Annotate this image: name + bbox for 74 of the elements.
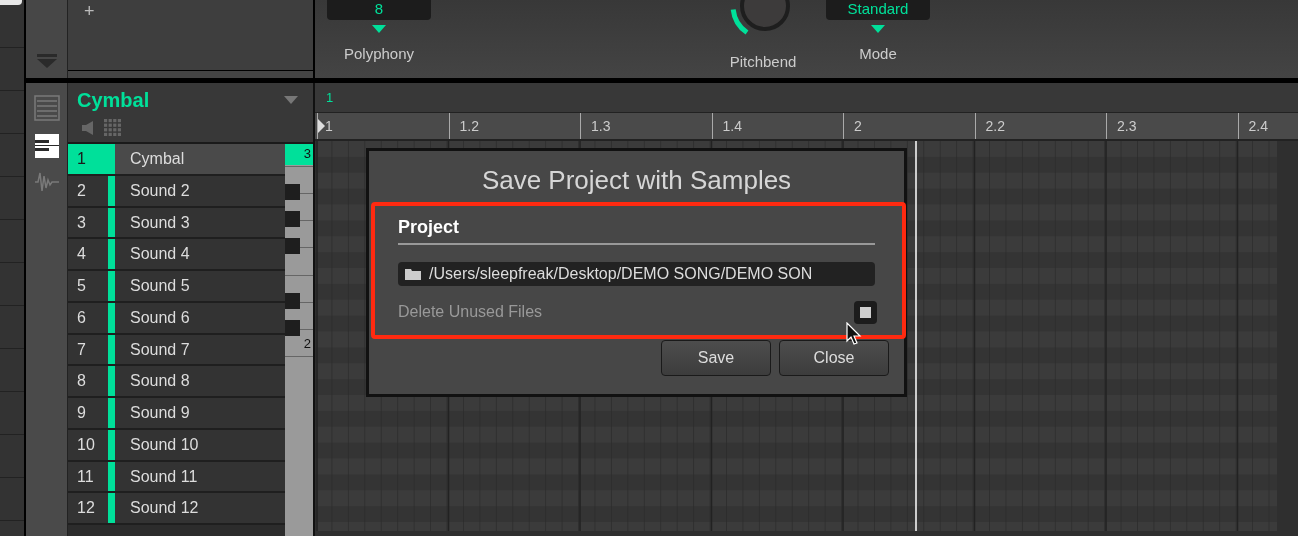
keyboard-view-icon[interactable] <box>33 133 60 159</box>
dialog-button[interactable]: Save <box>661 340 771 376</box>
sound-name: Sound 7 <box>129 339 190 360</box>
sound-row[interactable]: 12 Sound 12 <box>68 493 286 525</box>
mode-label: Mode <box>859 44 897 64</box>
sharp-key[interactable] <box>285 184 301 200</box>
ruler-label: 1 <box>325 116 333 136</box>
sound-row[interactable]: 2 Sound 2 <box>68 175 286 208</box>
polyphony-field[interactable]: 8 <box>327 0 431 20</box>
group-name[interactable]: Cymbal <box>77 85 150 115</box>
sound-row[interactable]: 5 Sound 5 <box>68 271 286 303</box>
sound-name: Sound 9 <box>129 403 190 423</box>
sound-name: Sound 2 <box>129 180 190 201</box>
section-heading: Project <box>398 214 875 245</box>
sound-number: 5 <box>76 276 87 296</box>
ruler-label: 1.4 <box>721 116 742 136</box>
sound-number: 7 <box>76 339 87 360</box>
dropdown-arrow-icon <box>871 25 885 33</box>
sharp-key[interactable] <box>285 238 301 255</box>
add-button[interactable]: + <box>84 4 95 18</box>
sound-number: 3 <box>76 212 87 233</box>
sound-number: 8 <box>76 371 87 392</box>
sound-row[interactable]: 11 Sound 11 <box>68 461 286 494</box>
sound-name: Sound 10 <box>129 434 199 455</box>
sound-name: Sound 12 <box>129 498 199 519</box>
sound-name: Sound 8 <box>129 371 190 392</box>
ruler-label: 2 <box>853 116 862 136</box>
ruler-label: 1.2 <box>458 116 479 136</box>
ruler-label: 2.3 <box>1116 116 1137 136</box>
sound-name: Sound 5 <box>129 276 190 296</box>
pitchbend-label: Pitchbend <box>729 52 797 72</box>
sound-name: Cymbal <box>129 149 185 169</box>
mode-field[interactable]: Standard <box>826 0 930 20</box>
sound-row[interactable]: 10 Sound 10 <box>68 429 286 462</box>
sound-row[interactable]: 1 Cymbal <box>68 144 286 176</box>
path-text: /Users/sleepfreak/Desktop/DEMO SONG/DEMO SON <box>429 264 813 284</box>
ruler-label: 2.4 <box>1247 116 1268 136</box>
sound-name: Sound 3 <box>129 212 190 233</box>
octave-label: 2 <box>302 334 312 353</box>
sharp-key[interactable] <box>285 319 301 336</box>
dropdown-arrow-icon <box>372 25 386 33</box>
sound-number: 4 <box>76 244 87 265</box>
sound-number: 6 <box>76 307 87 328</box>
dialog-button[interactable]: Close <box>779 340 889 376</box>
dialog-title: Save Project with Samples <box>480 164 793 197</box>
path-field[interactable]: /Users/sleepfreak/Desktop/DEMO SONG/DEMO SON <box>398 262 875 286</box>
sound-name: Sound 6 <box>129 307 190 328</box>
sound-name: Sound 4 <box>129 244 190 265</box>
sound-number: 12 <box>76 498 96 519</box>
sound-row[interactable]: 6 Sound 6 <box>68 302 286 335</box>
sound-number: 9 <box>76 403 87 423</box>
octave-label: 3 <box>285 144 313 165</box>
sound-row[interactable]: 8 Sound 8 <box>68 366 286 398</box>
sound-number: 11 <box>76 466 95 487</box>
sound-number: 10 <box>76 434 96 455</box>
sharp-key[interactable] <box>285 292 301 309</box>
sound-row[interactable]: 9 Sound 9 <box>68 398 286 430</box>
sound-row[interactable]: 3 Sound 3 <box>68 207 286 240</box>
playhead-marker-icon[interactable] <box>318 119 325 133</box>
bar-number: 1 <box>326 90 334 105</box>
sound-row[interactable]: 7 Sound 7 <box>68 334 286 367</box>
ruler-label: 1.3 <box>590 116 611 136</box>
sound-row[interactable]: 4 Sound 4 <box>68 239 286 271</box>
dropdown-arrow-icon[interactable] <box>284 96 298 104</box>
sharp-key[interactable] <box>285 211 301 228</box>
folder-icon <box>405 268 421 280</box>
cursor-icon <box>846 322 862 346</box>
sound-number: 2 <box>76 180 87 201</box>
ruler-label: 2.2 <box>984 116 1005 136</box>
polyphony-label: Polyphony <box>343 44 415 64</box>
delete-unused-label: Delete Unused Files <box>398 302 543 322</box>
sound-number: 1 <box>68 144 108 174</box>
sound-name: Sound 11 <box>129 466 198 487</box>
delete-unused-checkbox[interactable] <box>854 300 877 324</box>
